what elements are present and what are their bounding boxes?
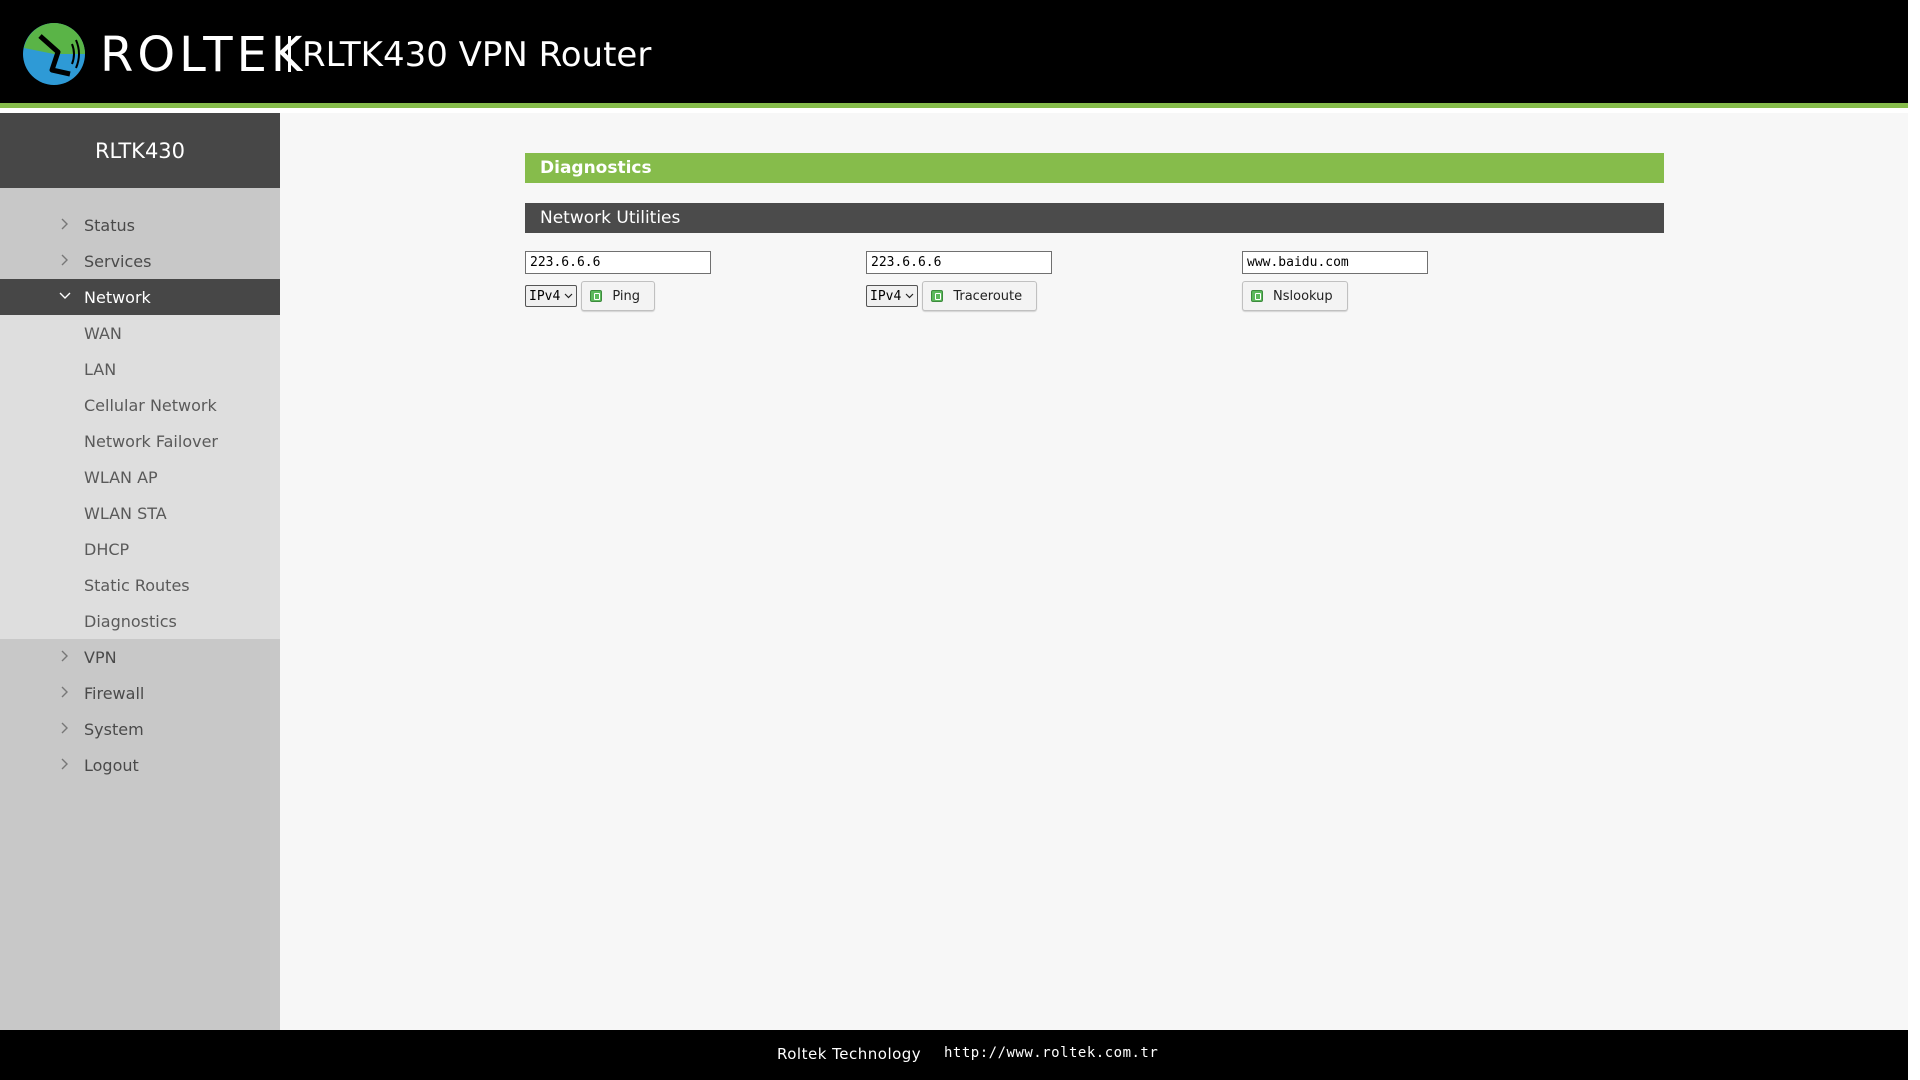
footer-url-link[interactable]: http://www.roltek.com.tr: [944, 1045, 1158, 1061]
apply-icon: [931, 290, 944, 302]
ping-button-label: Ping: [612, 288, 640, 304]
sidebar-item-label: Services: [84, 251, 152, 271]
sidebar-item-network[interactable]: Network: [0, 279, 280, 315]
submenu-item-cellular-network[interactable]: Cellular Network: [0, 387, 280, 423]
chevron-down-icon: [905, 293, 914, 299]
chevron-right-icon: [61, 218, 68, 230]
submenu-item-diagnostics[interactable]: Diagnostics: [0, 603, 280, 639]
page-title: Diagnostics: [525, 153, 1664, 183]
ping-protocol-value: IPv4: [529, 288, 561, 304]
device-name: RLTK430: [0, 113, 280, 188]
nslookup-host-input[interactable]: [1242, 251, 1428, 274]
sidebar-menu: Status Services Network WAN LAN Cellular…: [0, 188, 280, 783]
sidebar: RLTK430 Status Services Network WAN LAN …: [0, 113, 280, 1030]
traceroute-host-input[interactable]: [866, 251, 1052, 274]
chevron-down-icon: [59, 292, 71, 299]
chevron-right-icon: [61, 686, 68, 698]
ping-protocol-select[interactable]: IPv4: [525, 285, 578, 307]
sidebar-item-label: Firewall: [84, 683, 145, 703]
submenu-item-wlan-sta[interactable]: WLAN STA: [0, 495, 280, 531]
nslookup-tool: Nslookup: [1242, 251, 1428, 311]
footer: Roltek Technology http://www.roltek.com.…: [0, 1030, 1908, 1080]
apply-icon: [1251, 290, 1263, 302]
traceroute-protocol-select[interactable]: IPv4: [866, 285, 919, 307]
header-bar: ROLTEK RLTK430 VPN Router: [0, 0, 1908, 108]
roltek-logo-icon: [23, 23, 85, 85]
submenu-item-wlan-ap[interactable]: WLAN AP: [0, 459, 280, 495]
sidebar-item-firewall[interactable]: Firewall: [0, 675, 280, 711]
nslookup-button[interactable]: Nslookup: [1242, 281, 1348, 311]
submenu-item-network-failover[interactable]: Network Failover: [0, 423, 280, 459]
brand-name: ROLTEK: [100, 27, 307, 83]
chevron-right-icon: [61, 722, 68, 734]
chevron-right-icon: [61, 254, 68, 266]
section-title: Network Utilities: [525, 203, 1664, 233]
ping-tool: IPv4 Ping: [525, 251, 711, 311]
brand-separator: [288, 36, 291, 72]
sidebar-item-status[interactable]: Status: [0, 207, 280, 243]
sidebar-item-label: Logout: [84, 755, 139, 775]
submenu-item-dhcp[interactable]: DHCP: [0, 531, 280, 567]
traceroute-tool: IPv4 Traceroute: [866, 251, 1052, 311]
submenu-item-static-routes[interactable]: Static Routes: [0, 567, 280, 603]
sidebar-item-label: Network: [84, 287, 151, 307]
ping-button[interactable]: Ping: [581, 281, 655, 311]
product-title: RLTK430 VPN Router: [302, 35, 652, 75]
submenu-item-lan[interactable]: LAN: [0, 351, 280, 387]
traceroute-protocol-value: IPv4: [870, 288, 902, 304]
sidebar-item-label: VPN: [84, 647, 117, 667]
sidebar-item-system[interactable]: System: [0, 711, 280, 747]
ping-host-input[interactable]: [525, 251, 711, 274]
sidebar-item-services[interactable]: Services: [0, 243, 280, 279]
sidebar-item-label: Status: [84, 215, 135, 235]
network-submenu: WAN LAN Cellular Network Network Failove…: [0, 315, 280, 639]
sidebar-item-logout[interactable]: Logout: [0, 747, 280, 783]
sidebar-item-vpn[interactable]: VPN: [0, 639, 280, 675]
apply-icon: [590, 290, 603, 302]
main-content: Diagnostics Network Utilities IPv4 Ping …: [280, 113, 1908, 1030]
chevron-right-icon: [61, 650, 68, 662]
submenu-item-wan[interactable]: WAN: [0, 315, 280, 351]
nslookup-button-label: Nslookup: [1273, 288, 1333, 304]
chevron-down-icon: [564, 293, 573, 299]
footer-company: Roltek Technology: [777, 1045, 922, 1063]
traceroute-button-label: Traceroute: [953, 288, 1023, 304]
chevron-right-icon: [61, 758, 68, 770]
sidebar-item-label: System: [84, 719, 144, 739]
traceroute-button[interactable]: Traceroute: [922, 281, 1038, 311]
